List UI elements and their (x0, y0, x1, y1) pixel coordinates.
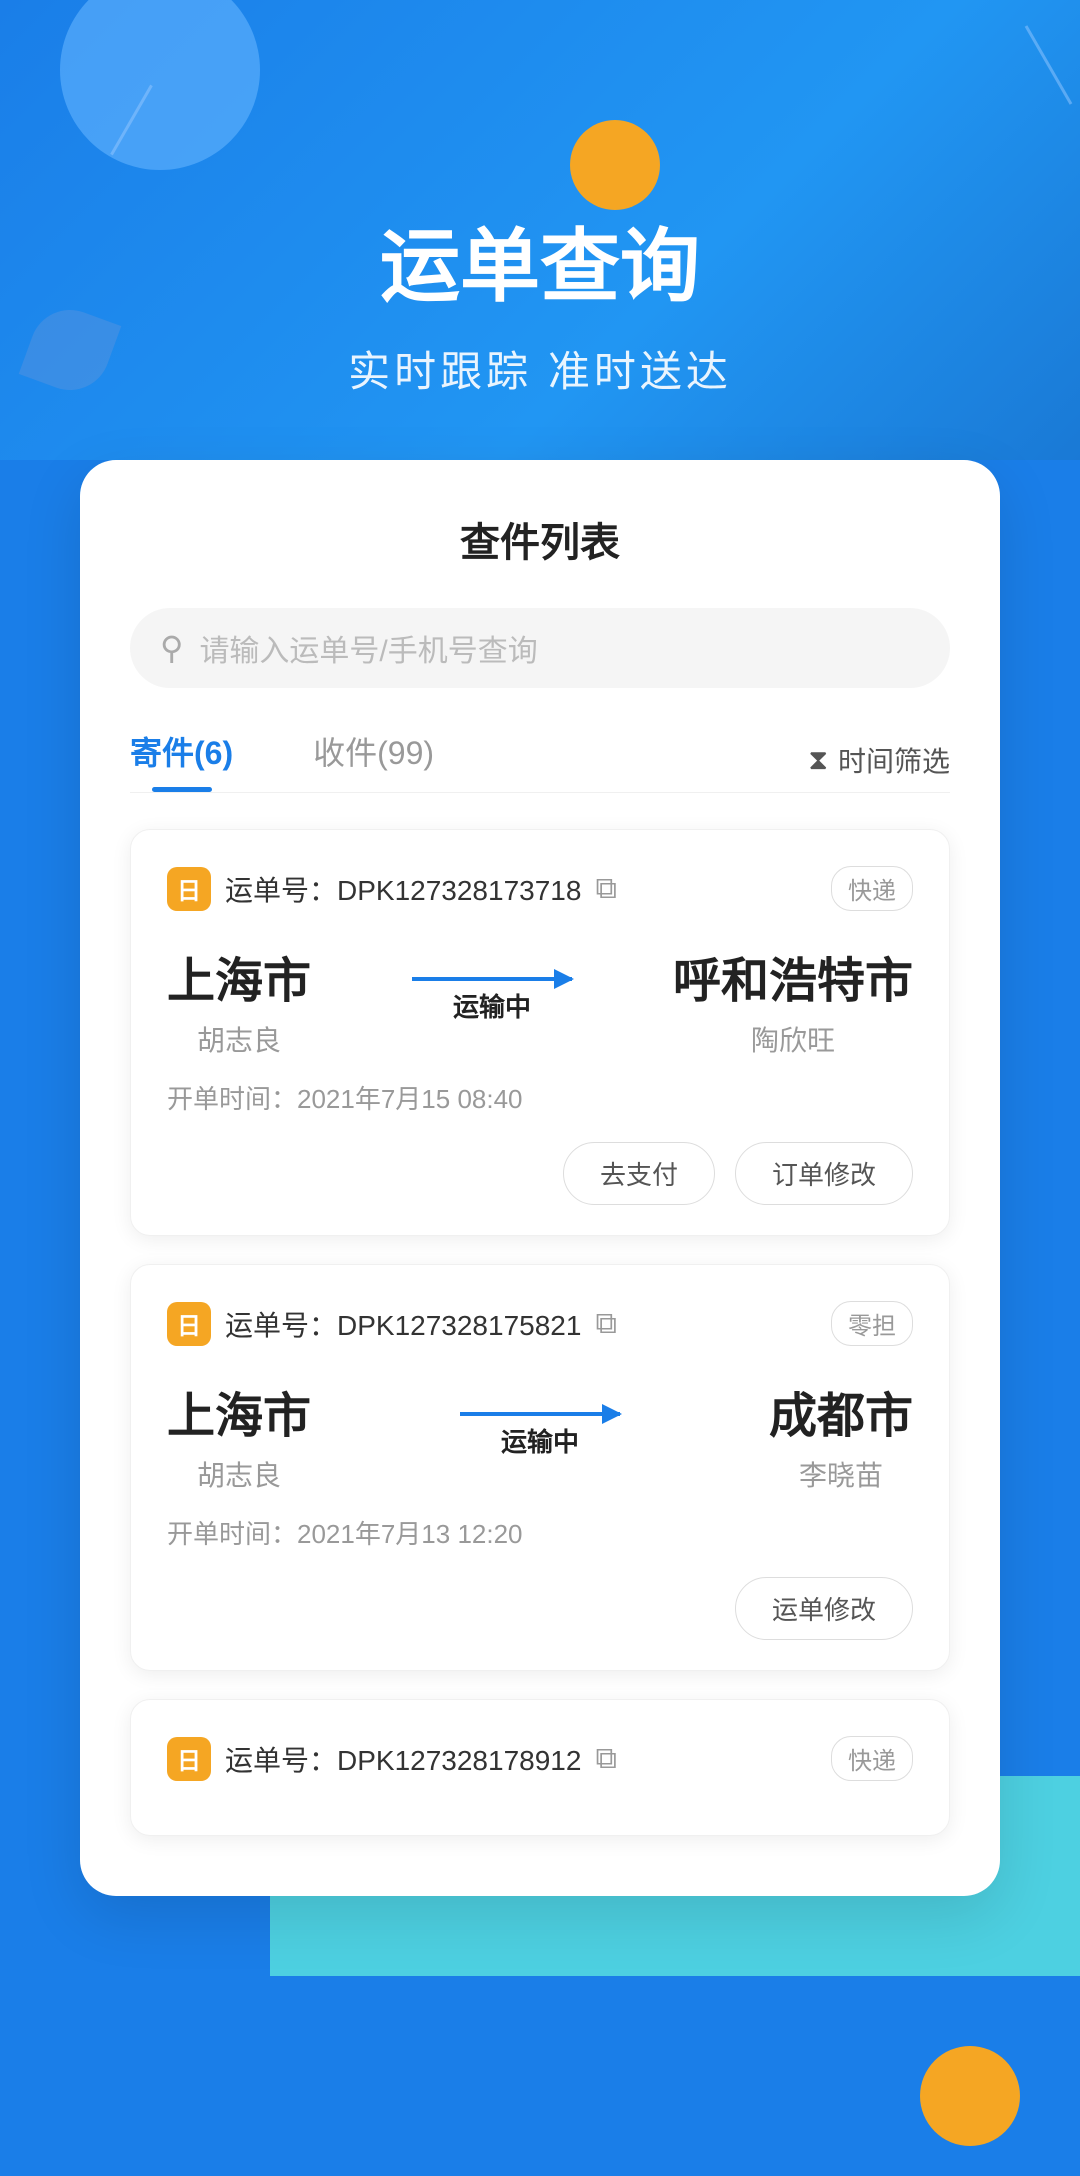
pkg-copy-icon-3[interactable]: ⧉ (595, 1742, 616, 1776)
pkg-id-area-2: 日 运单号：DPK127328175821 ⧉ (167, 1302, 617, 1346)
search-placeholder-text: 请输入运单号/手机号查询 (199, 626, 537, 670)
route-middle-1: 运输中 (412, 977, 572, 1024)
pkg-tracking-3: 运单号：DPK127328178912 (225, 1739, 581, 1779)
pkg-type-1: 快递 (831, 866, 913, 911)
to-city-2: 成都市 (769, 1376, 913, 1446)
main-card: 查件列表 ⚲ 请输入运单号/手机号查询 寄件(6) 收件(99) ⧗ 时间筛选 (80, 460, 1000, 1896)
pkg-tracking-2: 运单号：DPK127328175821 (225, 1304, 581, 1344)
route-status-2: 运输中 (501, 1422, 579, 1459)
pkg-icon-1: 日 (167, 867, 211, 911)
modify-button-1[interactable]: 订单修改 (735, 1142, 913, 1205)
hero-title: 运单查询 (380, 202, 700, 318)
route-from-2: 上海市 胡志良 (167, 1376, 311, 1494)
pkg-id-area-3: 日 运单号：DPK127328178912 ⧉ (167, 1737, 617, 1781)
pkg-header-2: 日 运单号：DPK127328175821 ⧉ 零担 (167, 1301, 913, 1346)
hero-subtitle: 实时跟踪 准时送达 (348, 338, 732, 399)
pkg-actions-2: 运单修改 (167, 1577, 913, 1640)
pkg-copy-icon-2[interactable]: ⧉ (595, 1307, 616, 1341)
from-city-2: 上海市 (167, 1376, 311, 1446)
pkg-route-2: 上海市 胡志良 运输中 成都市 李晓苗 (167, 1376, 913, 1494)
filter-button[interactable]: ⧗ 时间筛选 (808, 740, 950, 780)
pkg-copy-icon-1[interactable]: ⧉ (595, 872, 616, 906)
search-icon: ⚲ (160, 629, 183, 667)
route-arrow-1 (412, 977, 572, 981)
card-background: 查件列表 ⚲ 请输入运单号/手机号查询 寄件(6) 收件(99) ⧗ 时间筛选 (0, 460, 1080, 1976)
from-name-2: 胡志良 (167, 1454, 311, 1494)
tab-sent[interactable]: 寄件(6) (130, 728, 233, 792)
hero-section: 运单查询 实时跟踪 准时送达 (0, 0, 1080, 520)
to-name-2: 李晓苗 (769, 1454, 913, 1494)
route-from-1: 上海市 胡志良 (167, 941, 311, 1059)
route-arrow-2 (460, 1412, 620, 1416)
bottom-deco-orange (920, 2046, 1020, 2146)
pkg-icon-3: 日 (167, 1737, 211, 1781)
pkg-route-1: 上海市 胡志良 运输中 呼和浩特市 陶欣旺 (167, 941, 913, 1059)
pkg-icon-2: 日 (167, 1302, 211, 1346)
filter-icon: ⧗ (808, 744, 828, 777)
to-city-1: 呼和浩特市 (673, 941, 913, 1011)
pkg-type-3: 快递 (831, 1736, 913, 1781)
modify-button-2[interactable]: 运单修改 (735, 1577, 913, 1640)
pay-button-1[interactable]: 去支付 (563, 1142, 715, 1205)
package-card-1: 日 运单号：DPK127328173718 ⧉ 快递 上海市 胡志良 运输中 (130, 829, 950, 1236)
tabs-bar: 寄件(6) 收件(99) ⧗ 时间筛选 (130, 728, 950, 793)
from-name-1: 胡志良 (167, 1019, 311, 1059)
arrow-line-2 (460, 1412, 620, 1416)
route-to-1: 呼和浩特市 陶欣旺 (673, 941, 913, 1059)
tab-received[interactable]: 收件(99) (313, 728, 434, 792)
filter-label: 时间筛选 (838, 740, 950, 780)
deco-line-tr (1025, 25, 1073, 104)
from-city-1: 上海市 (167, 941, 311, 1011)
pkg-id-area-1: 日 运单号：DPK127328173718 ⧉ (167, 867, 617, 911)
pkg-type-2: 零担 (831, 1301, 913, 1346)
pkg-time-2: 开单时间：2021年7月13 12:20 (167, 1514, 913, 1551)
pkg-actions-1: 去支付 订单修改 (167, 1142, 913, 1205)
search-bar[interactable]: ⚲ 请输入运单号/手机号查询 (130, 608, 950, 688)
pkg-time-1: 开单时间：2021年7月15 08:40 (167, 1079, 913, 1116)
route-status-1: 运输中 (453, 987, 531, 1024)
route-to-2: 成都市 李晓苗 (769, 1376, 913, 1494)
bottom-background (0, 1976, 1080, 2176)
package-card-3: 日 运单号：DPK127328178912 ⧉ 快递 (130, 1699, 950, 1836)
route-middle-2: 运输中 (460, 1412, 620, 1459)
card-title: 查件列表 (130, 510, 950, 568)
pkg-header-3: 日 运单号：DPK127328178912 ⧉ 快递 (167, 1736, 913, 1781)
package-card-2: 日 运单号：DPK127328175821 ⧉ 零担 上海市 胡志良 运输中 (130, 1264, 950, 1671)
deco-circle-yellow (570, 120, 660, 210)
deco-shape-left (19, 299, 122, 402)
deco-circle-tl (60, 0, 260, 170)
pkg-header-1: 日 运单号：DPK127328173718 ⧉ 快递 (167, 866, 913, 911)
pkg-tracking-1: 运单号：DPK127328173718 (225, 869, 581, 909)
arrow-line-1 (412, 977, 572, 981)
to-name-1: 陶欣旺 (673, 1019, 913, 1059)
